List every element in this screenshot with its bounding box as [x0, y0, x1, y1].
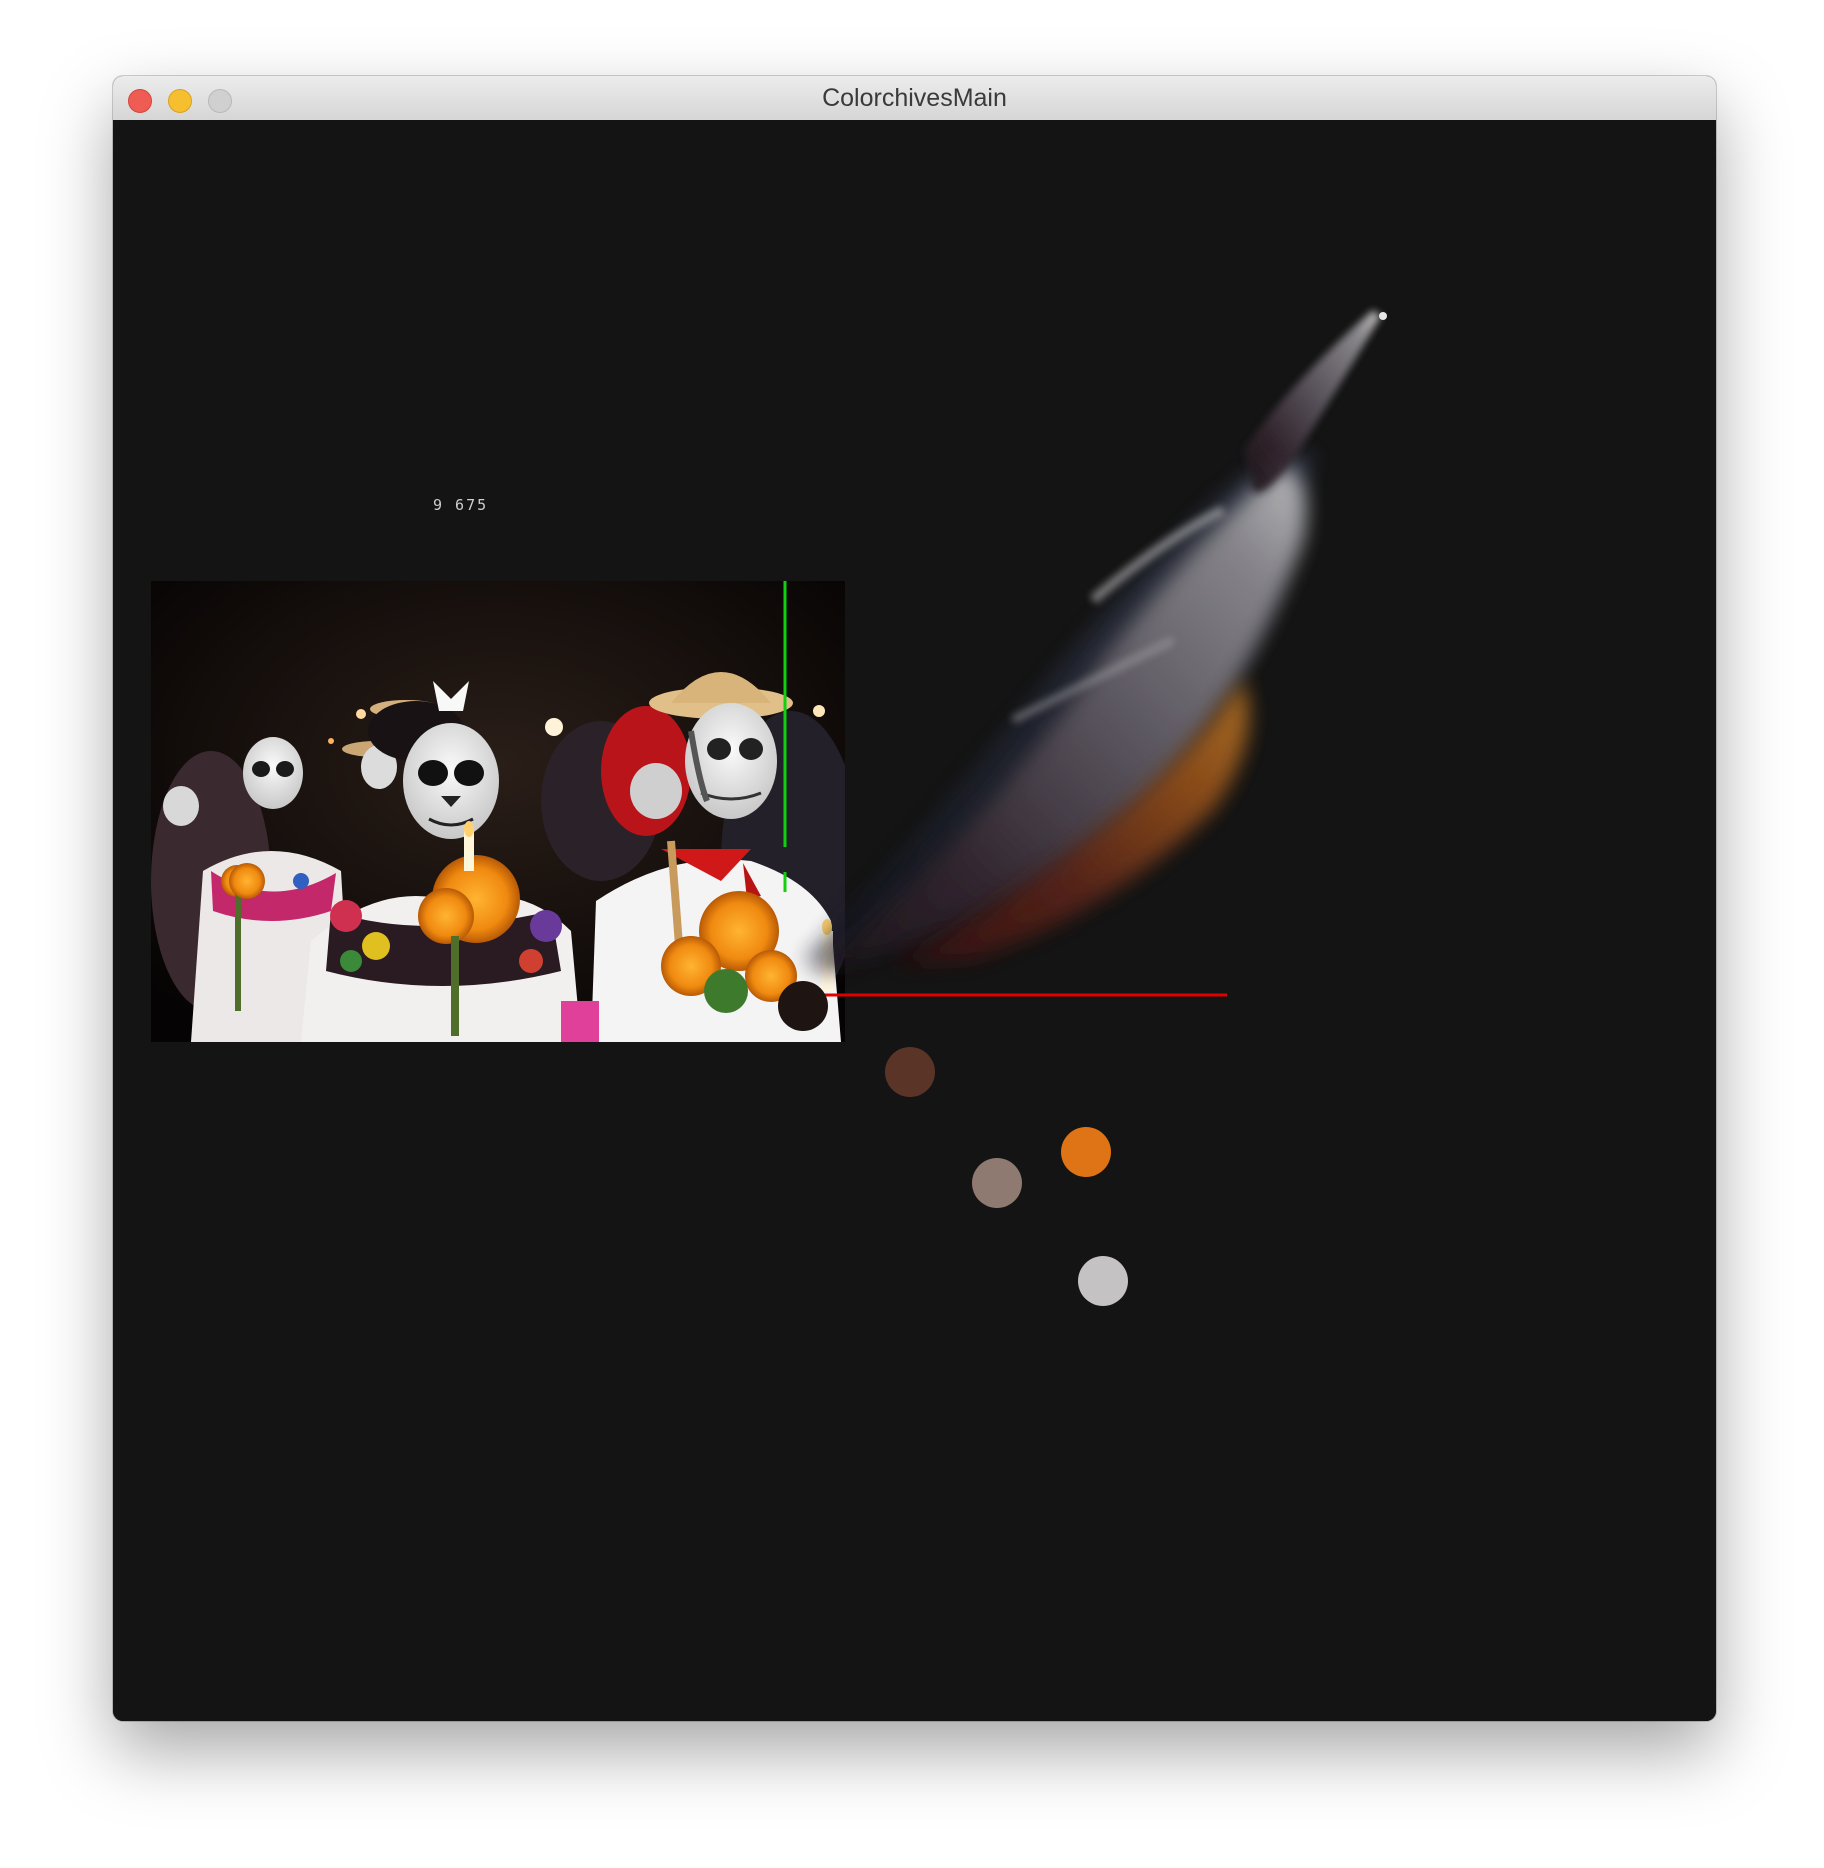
cluster-swatch-dark-brown [885, 1047, 935, 1097]
rgb-color-scatter [778, 310, 1387, 1306]
title-bar[interactable]: ColorchivesMain [113, 76, 1716, 121]
sketch-canvas[interactable]: 9 675 [113, 120, 1716, 1721]
window-title: ColorchivesMain [822, 84, 1007, 112]
cluster-swatch-near-black [778, 981, 828, 1031]
cluster-swatch-light-gray [1078, 1256, 1128, 1306]
color-point-cloud [803, 310, 1387, 970]
cluster-swatch-marigold-orange [1061, 1127, 1111, 1177]
cluster-swatch-taupe [972, 1158, 1022, 1208]
app-window: ColorchivesMain 9 675 [113, 76, 1716, 1721]
